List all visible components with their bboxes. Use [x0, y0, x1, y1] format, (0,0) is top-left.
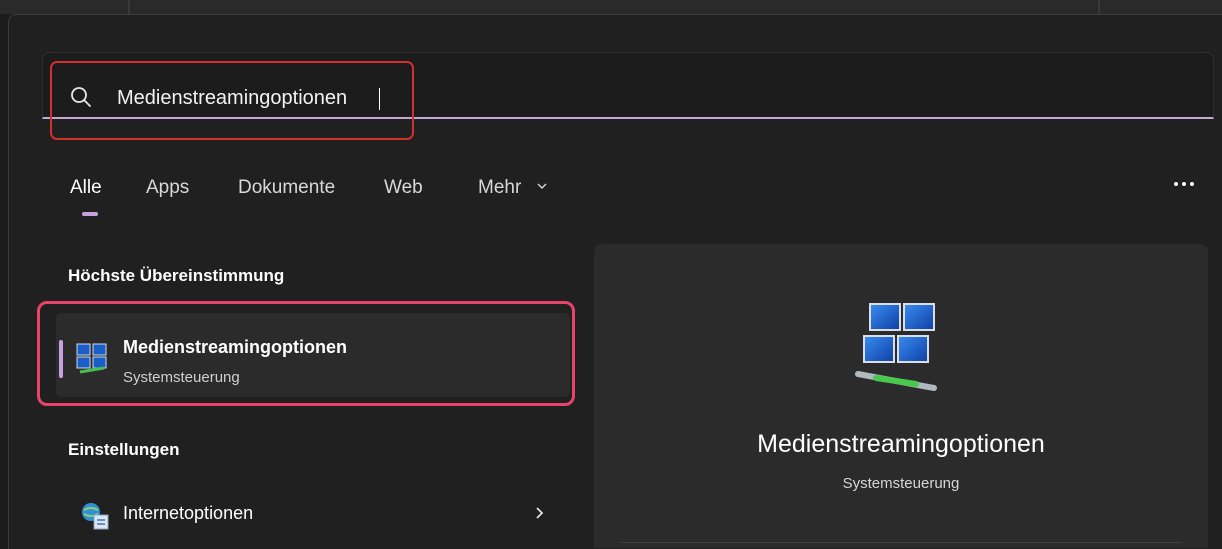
tab-alle[interactable]: Alle	[70, 177, 102, 199]
annotation-highlight-result	[37, 301, 575, 406]
preview-title: Medienstreamingoptionen	[757, 430, 1045, 458]
tab-dokumente[interactable]: Dokumente	[238, 177, 335, 199]
more-icon	[1182, 182, 1186, 186]
more-icon	[1190, 182, 1194, 186]
more-icon	[1174, 182, 1178, 186]
network-computers-icon	[855, 303, 937, 391]
tab-apps[interactable]: Apps	[146, 177, 189, 199]
window-top-strip	[0, 0, 1222, 14]
best-match-heading: Höchste Übereinstimmung	[68, 266, 285, 285]
active-tab-indicator	[82, 212, 98, 216]
chevron-right-icon[interactable]	[534, 506, 546, 520]
tab-mehr[interactable]: Mehr	[478, 177, 521, 199]
more-options-button[interactable]	[1172, 172, 1200, 196]
settings-heading: Einstellungen	[68, 440, 180, 459]
top-strip-divider	[1098, 0, 1100, 14]
settings-item-internetoptionen[interactable]: Internetoptionen	[123, 503, 253, 524]
internet-options-icon	[82, 503, 109, 530]
preview-divider	[620, 542, 1182, 543]
tab-web[interactable]: Web	[384, 177, 423, 199]
chevron-down-icon	[537, 183, 547, 189]
preview-subtitle: Systemsteuerung	[842, 475, 960, 492]
annotation-highlight-search	[50, 61, 414, 140]
top-strip-divider	[128, 0, 130, 14]
